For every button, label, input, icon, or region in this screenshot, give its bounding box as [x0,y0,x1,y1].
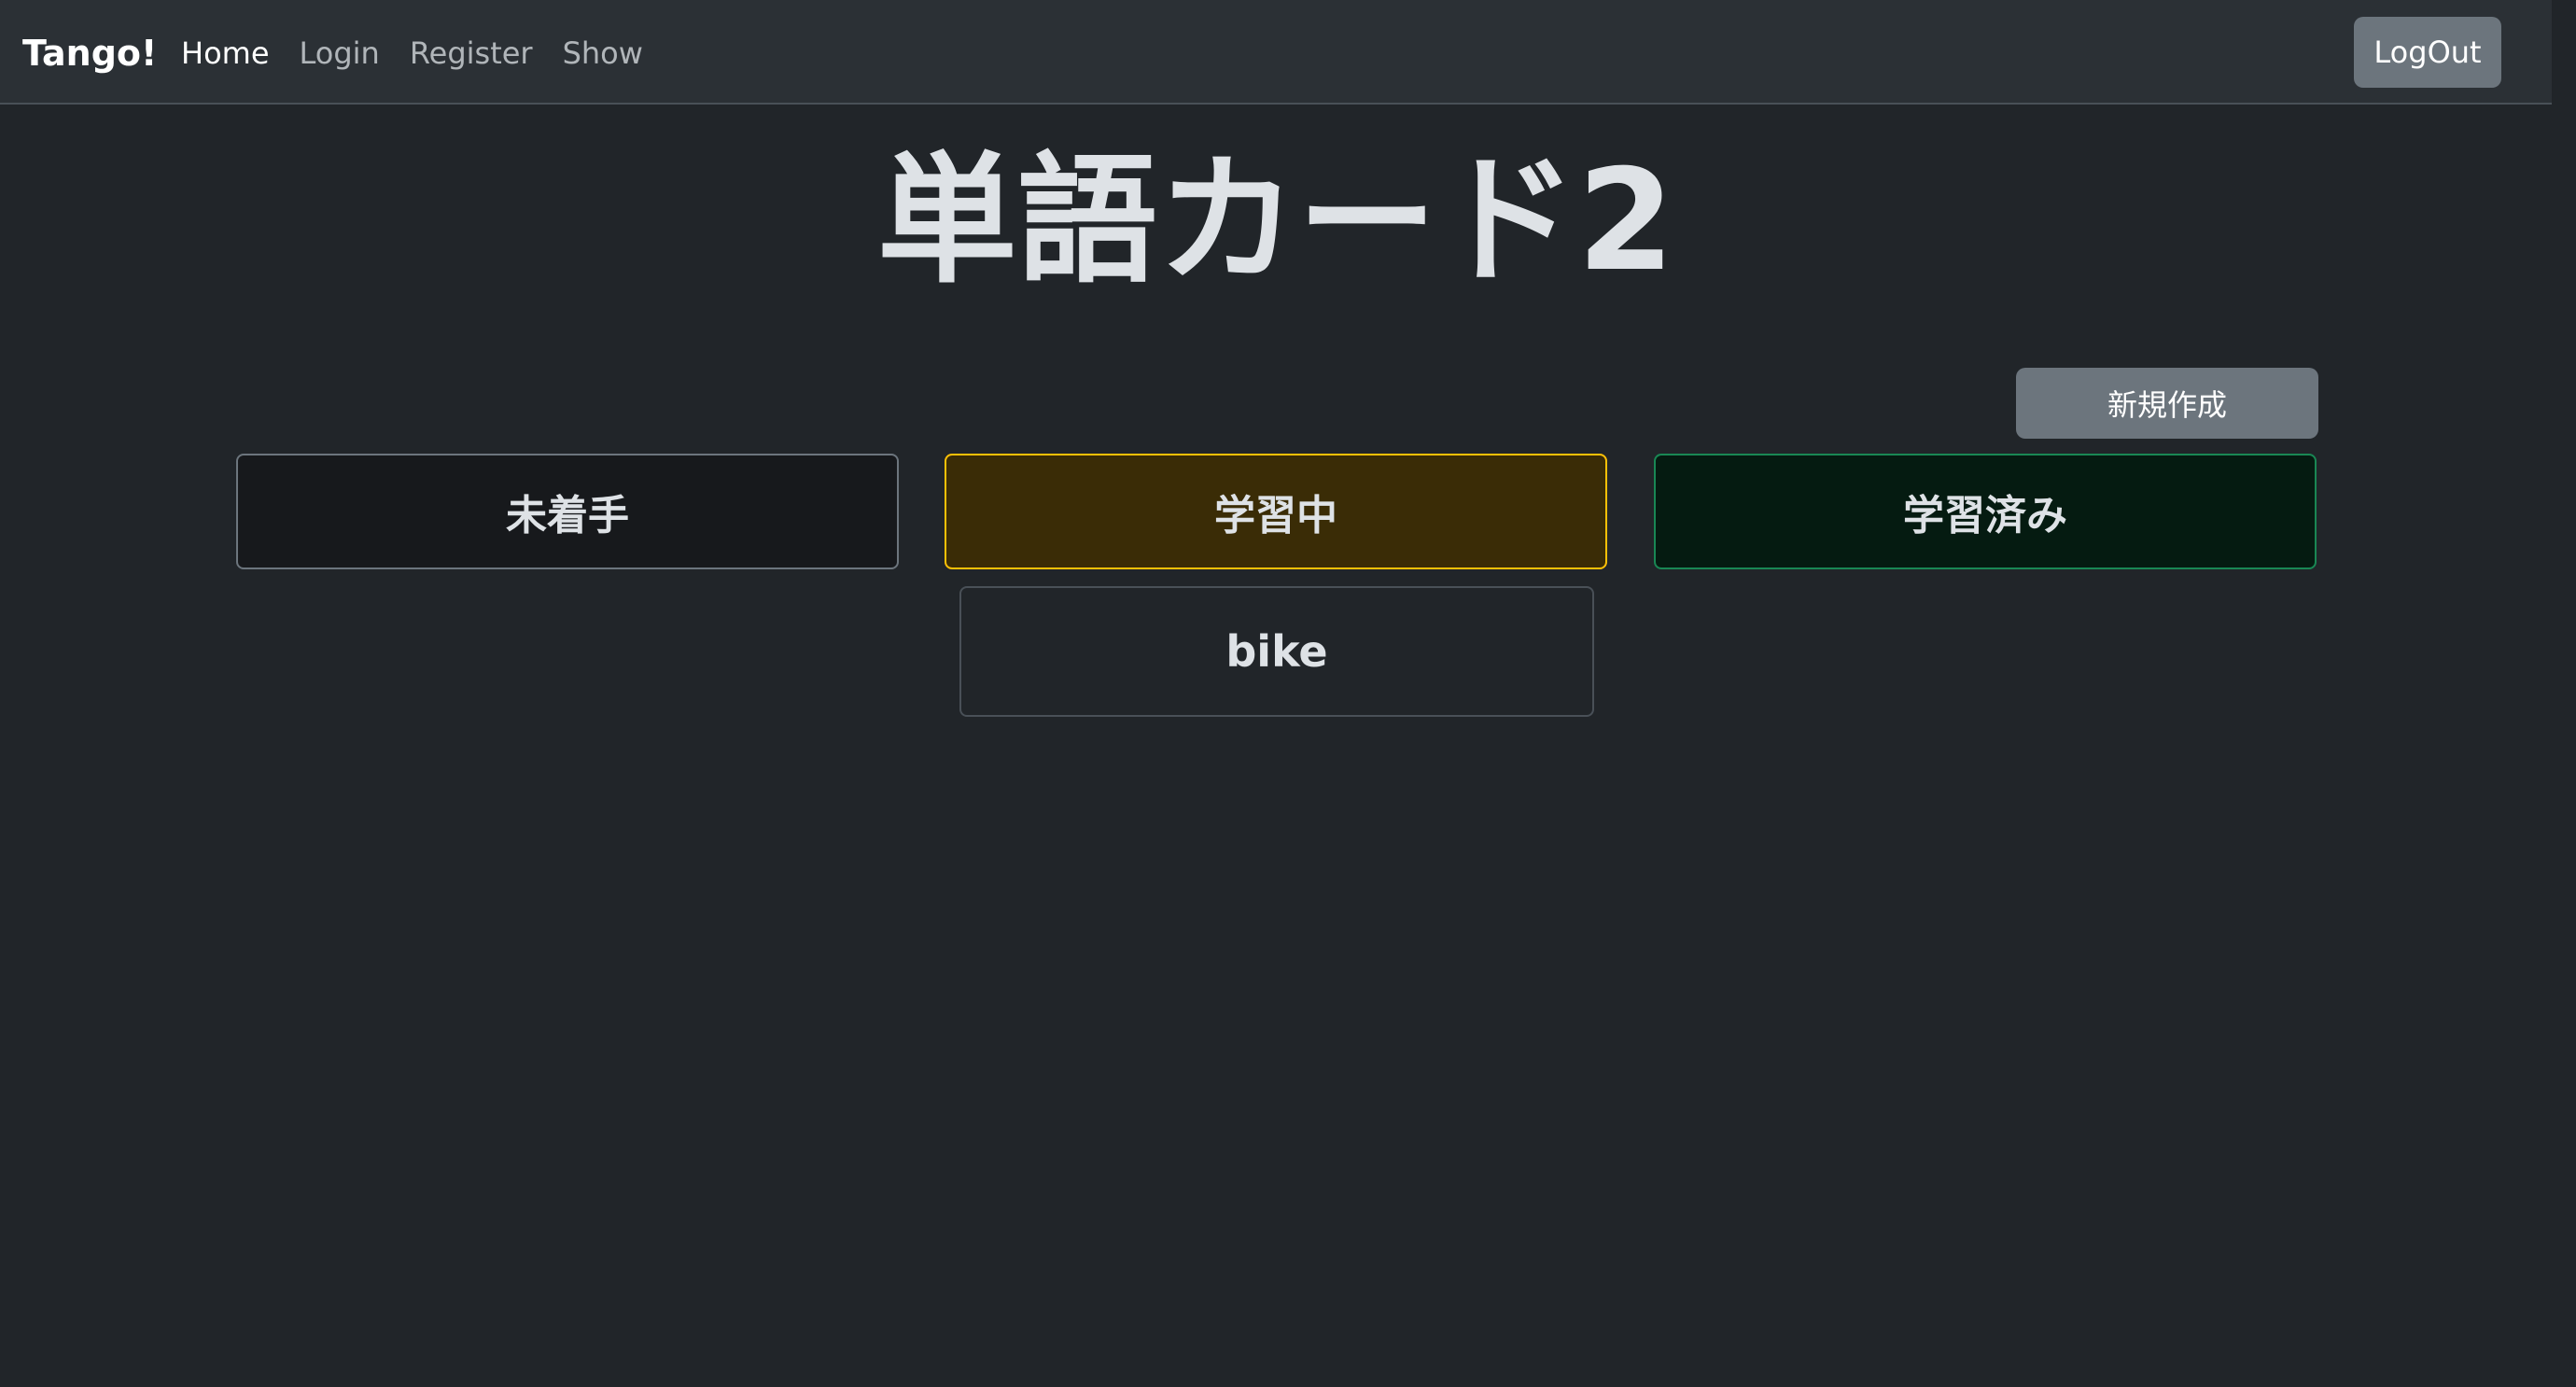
new-card-button[interactable]: 新規作成 [2016,368,2318,439]
nav-link-show[interactable]: Show [563,28,643,78]
column-header-todo: 未着手 [236,454,899,569]
column-header-learned: 学習済み [1654,454,2317,569]
column-header-learning: 学習中 [945,454,1607,569]
page-title: 単語カード2 [876,140,1675,302]
nav-link-register[interactable]: Register [410,28,533,78]
nav-links: Home Login Register Show [181,28,643,78]
navbar: Tango! Home Login Register Show LogOut [0,0,2552,105]
nav-link-home[interactable]: Home [181,28,270,78]
nav-link-login[interactable]: Login [300,28,380,78]
logout-button[interactable]: LogOut [2354,17,2501,88]
brand-logo[interactable]: Tango! [22,28,157,78]
word-card[interactable]: bike [959,586,1594,717]
